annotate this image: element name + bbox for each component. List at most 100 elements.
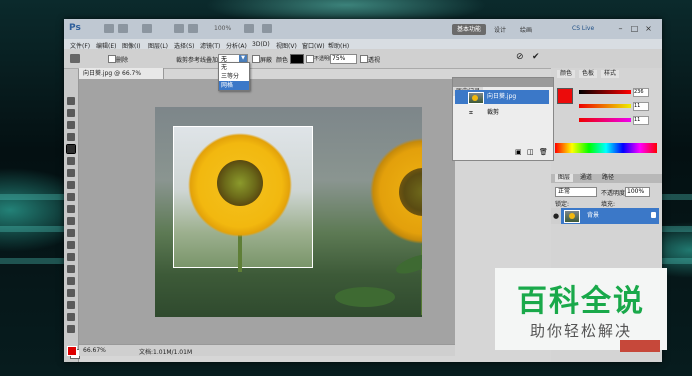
brush-tool-icon[interactable] [67, 181, 75, 189]
shield-checkbox[interactable] [252, 55, 260, 63]
history-brush-tool-icon[interactable] [67, 205, 75, 213]
cs-live-button[interactable]: CS Live [572, 25, 594, 32]
dropdown-item-thirds[interactable]: 三等分 [219, 72, 249, 81]
opacity-input[interactable]: 75% [330, 54, 357, 64]
history-step-label: 裁剪 [487, 109, 500, 116]
healing-brush-tool-icon[interactable] [67, 169, 75, 177]
blue-slider[interactable] [579, 118, 631, 122]
dodge-tool-icon[interactable] [67, 253, 75, 261]
layer-row-background[interactable]: 背景 [561, 208, 659, 224]
blur-tool-icon[interactable] [67, 241, 75, 249]
3d-rotate-tool-icon[interactable] [67, 313, 75, 321]
app-logo: Ps [69, 23, 81, 33]
shape-tool-icon[interactable] [67, 301, 75, 309]
fill-label: 填充: [601, 201, 616, 208]
blue-value[interactable]: 11 [633, 116, 649, 125]
new-snapshot-icon[interactable]: ◫ [527, 148, 534, 156]
hand-tool-icon[interactable] [67, 325, 75, 333]
view-extras-icon[interactable] [142, 24, 152, 33]
zoom-tool-icon[interactable] [188, 24, 198, 33]
tab-layers[interactable]: 图层 [555, 174, 574, 182]
green-value[interactable]: 11 [633, 102, 649, 111]
commit-check-icon[interactable]: ✔ [532, 52, 540, 62]
minimize-icon[interactable]: – [616, 25, 625, 33]
history-tabbar: 历史记录 [453, 78, 553, 96]
color-spectrum[interactable] [555, 143, 657, 153]
crop-tool-preset-icon[interactable] [70, 54, 80, 63]
shield-color-swatch[interactable] [290, 54, 304, 64]
crop-guide-label: 裁剪参考线叠加 [176, 57, 219, 64]
eye-icon[interactable]: ● [551, 208, 561, 224]
sunflower-center [217, 160, 263, 206]
eyedropper-tool-icon[interactable] [67, 157, 75, 165]
status-zoom[interactable]: 66.67% [83, 347, 106, 354]
panel-foreground-swatch[interactable] [557, 88, 573, 104]
workspace-design[interactable]: 设计 [494, 25, 506, 34]
foreground-color-swatch[interactable] [67, 346, 77, 356]
tab-color[interactable]: 颜色 [557, 70, 576, 78]
new-document-icon[interactable]: ▣ [515, 148, 522, 156]
toolbox [64, 69, 80, 362]
gradient-tool-icon[interactable] [67, 229, 75, 237]
cancel-icon[interactable]: ⊘ [516, 52, 524, 62]
move-tool-icon[interactable] [67, 97, 75, 105]
tab-styles[interactable]: 样式 [601, 70, 620, 78]
history-panel: 历史记录 向日葵.jpg ⌗ 裁剪 ▣ ◫ 🗑 [452, 77, 554, 161]
layer-opacity-label: 不透明度: [601, 190, 628, 197]
dropdown-item-grid[interactable]: 网格 [219, 81, 249, 90]
opacity-checkbox[interactable] [306, 55, 314, 63]
perspective-checkbox[interactable] [360, 55, 368, 63]
layer-opacity-input[interactable]: 100% [625, 187, 650, 197]
quick-select-tool-icon[interactable] [67, 133, 75, 141]
path-select-tool-icon[interactable] [67, 289, 75, 297]
bridge-icon[interactable] [104, 24, 114, 33]
corner-badge [620, 340, 660, 352]
close-icon[interactable]: × [644, 25, 653, 33]
status-doc-info: 文档:1.01M/1.01M [139, 349, 193, 356]
menu-3d[interactable]: 3D(D) [252, 41, 270, 48]
crop-selection[interactable] [173, 126, 313, 272]
workspace-painting[interactable]: 绘画 [520, 25, 532, 34]
maximize-icon[interactable]: □ [630, 25, 639, 33]
title-bar: Ps 100% 基本功能 设计 绘画 CS Live – □ × [64, 19, 662, 39]
red-slider[interactable] [579, 90, 631, 94]
history-step-row[interactable]: ⌗ 裁剪 [455, 106, 549, 120]
blend-mode-select[interactable]: 正常 [555, 187, 597, 197]
history-snapshot-row[interactable]: 向日葵.jpg [455, 90, 549, 104]
status-bar: 66.67% 文档:1.01M/1.01M [79, 344, 455, 356]
watermark-subtitle: 助你轻松解决 [529, 322, 632, 340]
green-slider[interactable] [579, 104, 631, 108]
leaf [335, 287, 395, 307]
crop-tool-icon[interactable] [66, 144, 76, 154]
perspective-label: 透视 [368, 57, 381, 64]
hand-tool-icon[interactable] [174, 24, 184, 33]
delete-label: 删除 [116, 57, 129, 64]
trash-icon[interactable]: 🗑 [539, 148, 548, 156]
dropdown-item-none[interactable]: 无 [219, 63, 249, 72]
zoom-level[interactable]: 100% [214, 25, 231, 32]
layer-name: 背景 [587, 212, 600, 219]
pen-tool-icon[interactable] [67, 265, 75, 273]
arrange-documents-icon[interactable] [244, 24, 254, 33]
workspace-essentials-button[interactable]: 基本功能 [452, 24, 486, 35]
document-tab[interactable]: 向日葵.jpg @ 66.7%(RGB/8) [79, 68, 164, 88]
clone-stamp-tool-icon[interactable] [67, 193, 75, 201]
red-value[interactable]: 236 [633, 88, 649, 97]
canvas-area[interactable] [79, 79, 455, 344]
history-thumbnail [468, 92, 484, 104]
watermark-title: 百科全说 [517, 284, 645, 319]
color-label: 颜色 [276, 57, 289, 64]
leaf [393, 250, 422, 278]
shield-label: 屏蔽 [260, 57, 273, 64]
tab-channels[interactable]: 通道 [577, 174, 595, 182]
tab-paths[interactable]: 路径 [599, 174, 617, 182]
marquee-tool-icon[interactable] [67, 109, 75, 117]
type-tool-icon[interactable] [67, 277, 75, 285]
lasso-tool-icon[interactable] [67, 121, 75, 129]
eraser-tool-icon[interactable] [67, 217, 75, 225]
mini-bridge-icon[interactable] [118, 24, 128, 33]
delete-checkbox[interactable] [108, 55, 116, 63]
screen-mode-icon[interactable] [262, 24, 272, 33]
tab-swatches[interactable]: 色板 [579, 70, 598, 78]
crop-step-icon: ⌗ [469, 109, 473, 117]
